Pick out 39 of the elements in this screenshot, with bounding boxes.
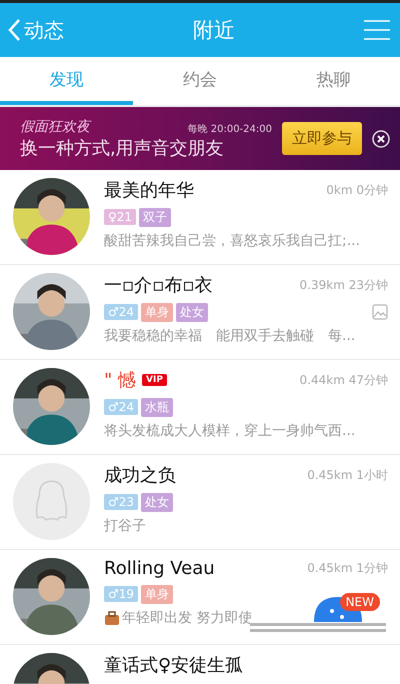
status-text: 打谷子 (104, 517, 146, 535)
status-text: 将头发梳成大人模样，穿上一身帅气西... (104, 422, 356, 440)
vip-badge: VIP (142, 374, 167, 386)
menu-icon[interactable] (364, 19, 390, 41)
distance-time: 0.45km 1小时 (307, 466, 388, 484)
user-name: Rolling Veau (104, 558, 215, 579)
distance-time: 0.44km 47分钟 (300, 372, 388, 388)
profile-tag: ♀21 (104, 209, 136, 225)
event-title: 假面狂欢夜 (20, 118, 90, 136)
profile-tag: ♂24 (104, 304, 138, 320)
profile-tag: ♂19 (104, 586, 138, 602)
banner-slogan: 换一种方式,用声音交朋友 (20, 136, 225, 160)
distance-time: 0.45km 1分钟 (307, 560, 388, 577)
back-icon (8, 18, 20, 42)
profile-tag: 双子 (139, 208, 172, 226)
distance-time: 0km 0分钟 (326, 182, 388, 198)
event-banner[interactable]: 假面狂欢夜 每晚 20:00-24:00 换一种方式,用声音交朋友 立即参与 (0, 107, 400, 170)
event-schedule: 每晚 20:00-24:00 (188, 122, 272, 136)
profile-tag: 处女 (176, 302, 208, 322)
new-badge: NEW (340, 593, 380, 611)
user-name: 成功之负 (104, 464, 176, 487)
profile-tag: ♂24 (104, 399, 138, 415)
profile-tag: 水瓶 (141, 398, 174, 416)
profile-tag: 单身 (141, 584, 174, 604)
user-name: 最美的年华 (104, 179, 194, 202)
user-name: 童话式♀安徒生孤 (104, 654, 244, 677)
user-name: " 憾 (104, 369, 136, 392)
user-name: 一▫介▫布▫衣 (104, 274, 213, 297)
status-text: 年轻即出发 努力即使 (104, 609, 252, 627)
join-button[interactable]: 立即参与 (282, 122, 362, 155)
close-icon[interactable] (372, 130, 390, 148)
profile-tag: ♂23 (104, 494, 138, 510)
page-title: 附近 (193, 17, 235, 44)
profile-tag: 处女 (141, 492, 174, 512)
distance-time: 0.39km 23分钟 (300, 276, 388, 294)
status-text: 酸甜苦辣我自己尝，喜怒哀乐我自己扛;... (104, 232, 360, 250)
profile-tag: 单身 (141, 302, 174, 322)
status-text: 我要稳稳的幸福 能用双手去触碰 每... (104, 327, 356, 345)
back-button[interactable]: 动态 (8, 16, 64, 44)
